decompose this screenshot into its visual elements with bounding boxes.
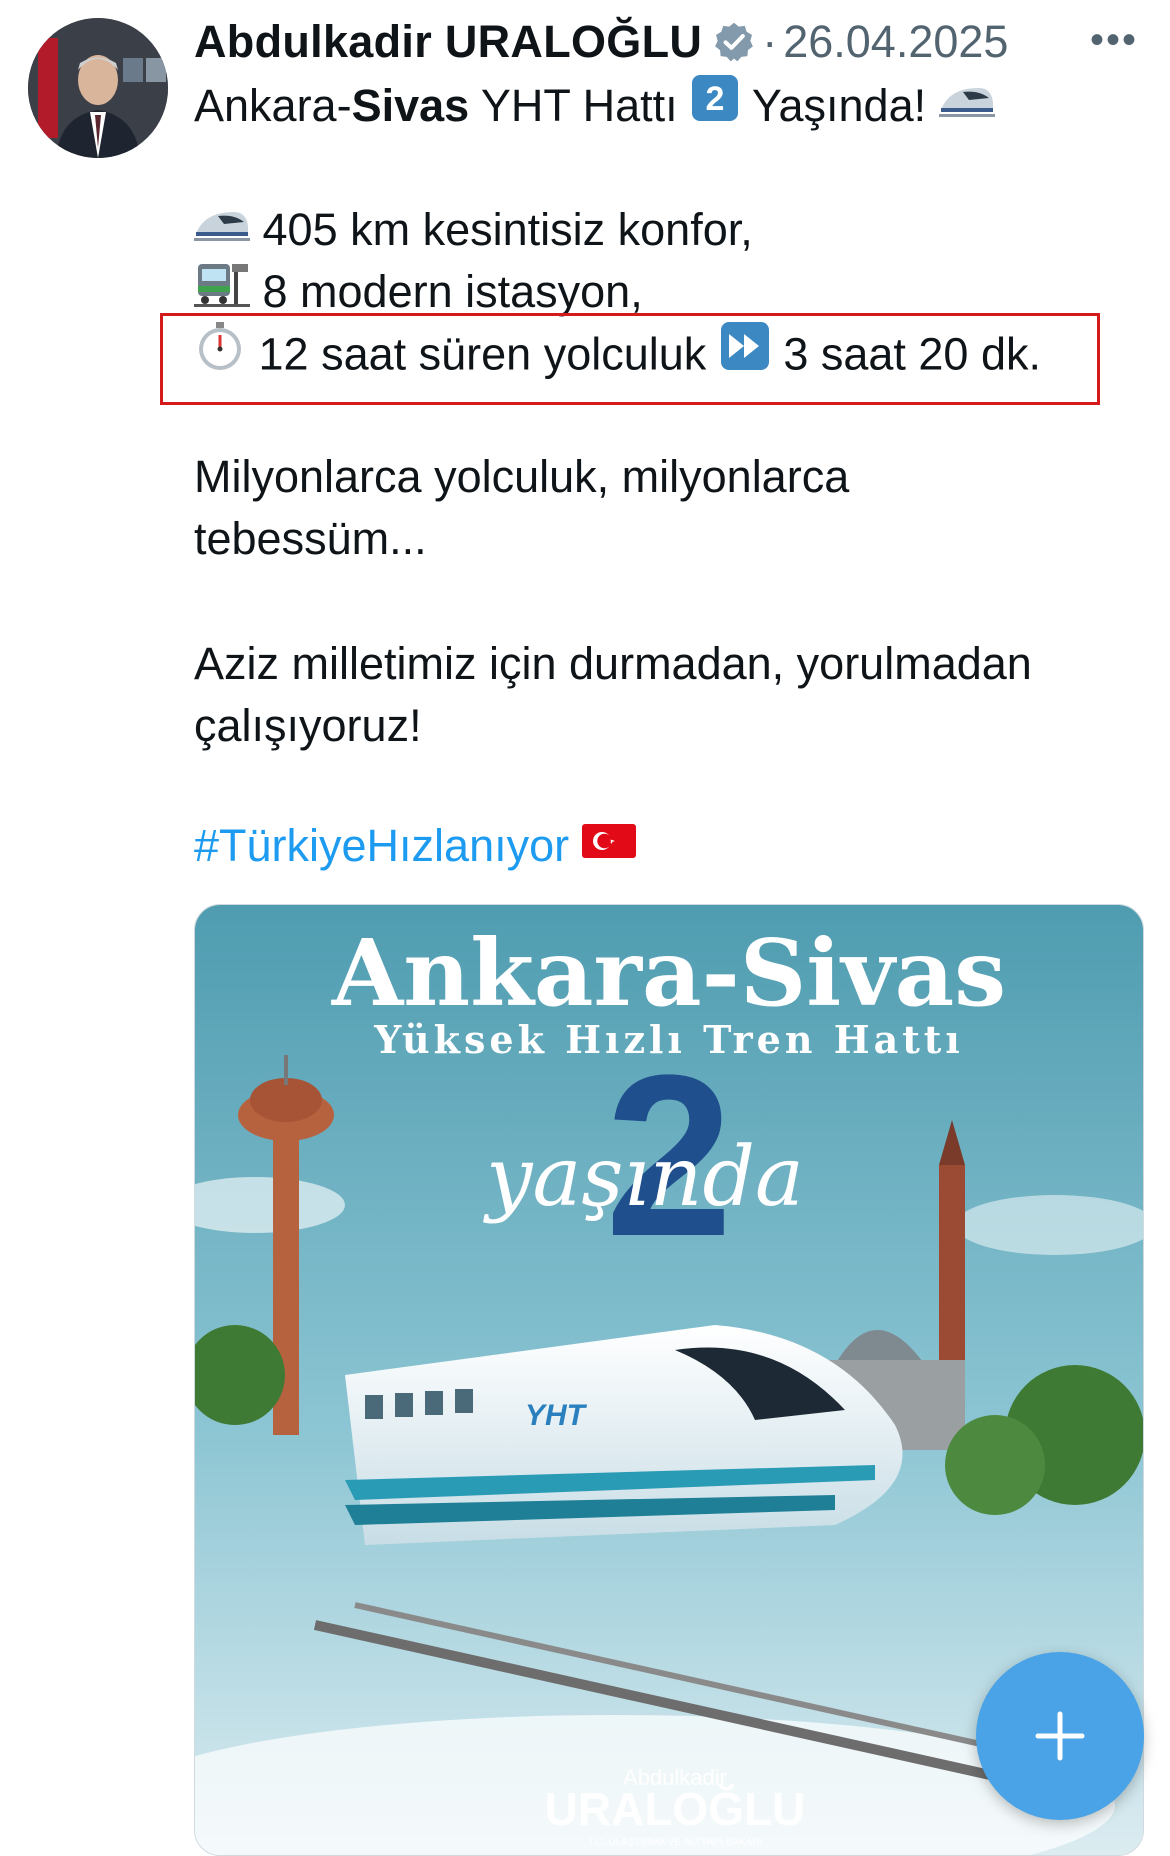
post-date[interactable]: 26.04.2025 bbox=[783, 16, 1008, 68]
fast-forward-icon bbox=[719, 320, 771, 387]
post-header: Abdulkadir URALOĞLU · 26.04.2025 bbox=[194, 14, 1008, 70]
poster-title: Ankara-Sivas bbox=[331, 919, 1006, 1027]
poster-script-text: yaşında bbox=[482, 1130, 804, 1225]
paragraph-2-line-2: çalışıyoruz! bbox=[194, 700, 422, 751]
author-name[interactable]: Abdulkadir URALOĞLU bbox=[194, 16, 702, 68]
hashtag-line: #TürkiyeHızlanıyor bbox=[194, 816, 636, 879]
keycap-2-icon: 2 bbox=[690, 73, 740, 138]
post-title-line: Ankara-Sivas YHT Hattı 2 Yaşında! bbox=[194, 73, 995, 142]
turkey-flag-icon bbox=[581, 815, 636, 875]
author-avatar[interactable] bbox=[28, 18, 168, 158]
high-speed-train-icon bbox=[194, 199, 250, 259]
train-label: YHT bbox=[525, 1399, 588, 1432]
paragraph-2-line-1: Aziz milletimiz için durmadan, yorulmada… bbox=[194, 638, 1032, 689]
avatar-image bbox=[28, 18, 168, 158]
title-part-1: Ankara- bbox=[194, 80, 352, 131]
distance-text: 405 km kesintisiz konfor, bbox=[262, 204, 753, 255]
compose-post-button[interactable] bbox=[976, 1652, 1144, 1820]
tram-station-icon bbox=[194, 260, 250, 323]
title-part-3: Yaşında! bbox=[751, 80, 927, 131]
stations-line: 8 modern istasyon, bbox=[194, 262, 643, 327]
logo-sub-text: T.C. ULAŞTIRMA VE ALTYAPI BAKANI bbox=[588, 1837, 763, 1848]
title-bold: Sivas bbox=[351, 80, 470, 131]
svg-text:2: 2 bbox=[706, 80, 725, 118]
time-after: 3 saat 20 dk. bbox=[783, 328, 1041, 380]
plus-icon bbox=[1035, 1711, 1085, 1761]
logo-main-text: URALOĞLU bbox=[545, 1783, 806, 1835]
paragraph-1-line-1: Milyonlarca yolculuk, milyonlarca bbox=[194, 451, 850, 502]
high-speed-train-icon bbox=[938, 75, 995, 135]
hashtag-link[interactable]: #TürkiyeHızlanıyor bbox=[194, 820, 569, 871]
paragraph-1-line-2: tebessüm... bbox=[194, 513, 427, 564]
travel-time-line: 12 saat süren yolculuk 3 saat 20 dk. bbox=[194, 322, 1041, 391]
more-options-button[interactable]: ••• bbox=[1090, 20, 1138, 60]
stopwatch-icon bbox=[194, 320, 246, 387]
time-before: 12 saat süren yolculuk bbox=[258, 328, 707, 380]
distance-line: 405 km kesintisiz konfor, bbox=[194, 200, 753, 263]
verified-badge-icon bbox=[715, 22, 754, 62]
title-part-2: YHT Hattı bbox=[469, 80, 678, 131]
header-separator: · bbox=[762, 16, 778, 67]
stations-text: 8 modern istasyon, bbox=[262, 266, 643, 317]
